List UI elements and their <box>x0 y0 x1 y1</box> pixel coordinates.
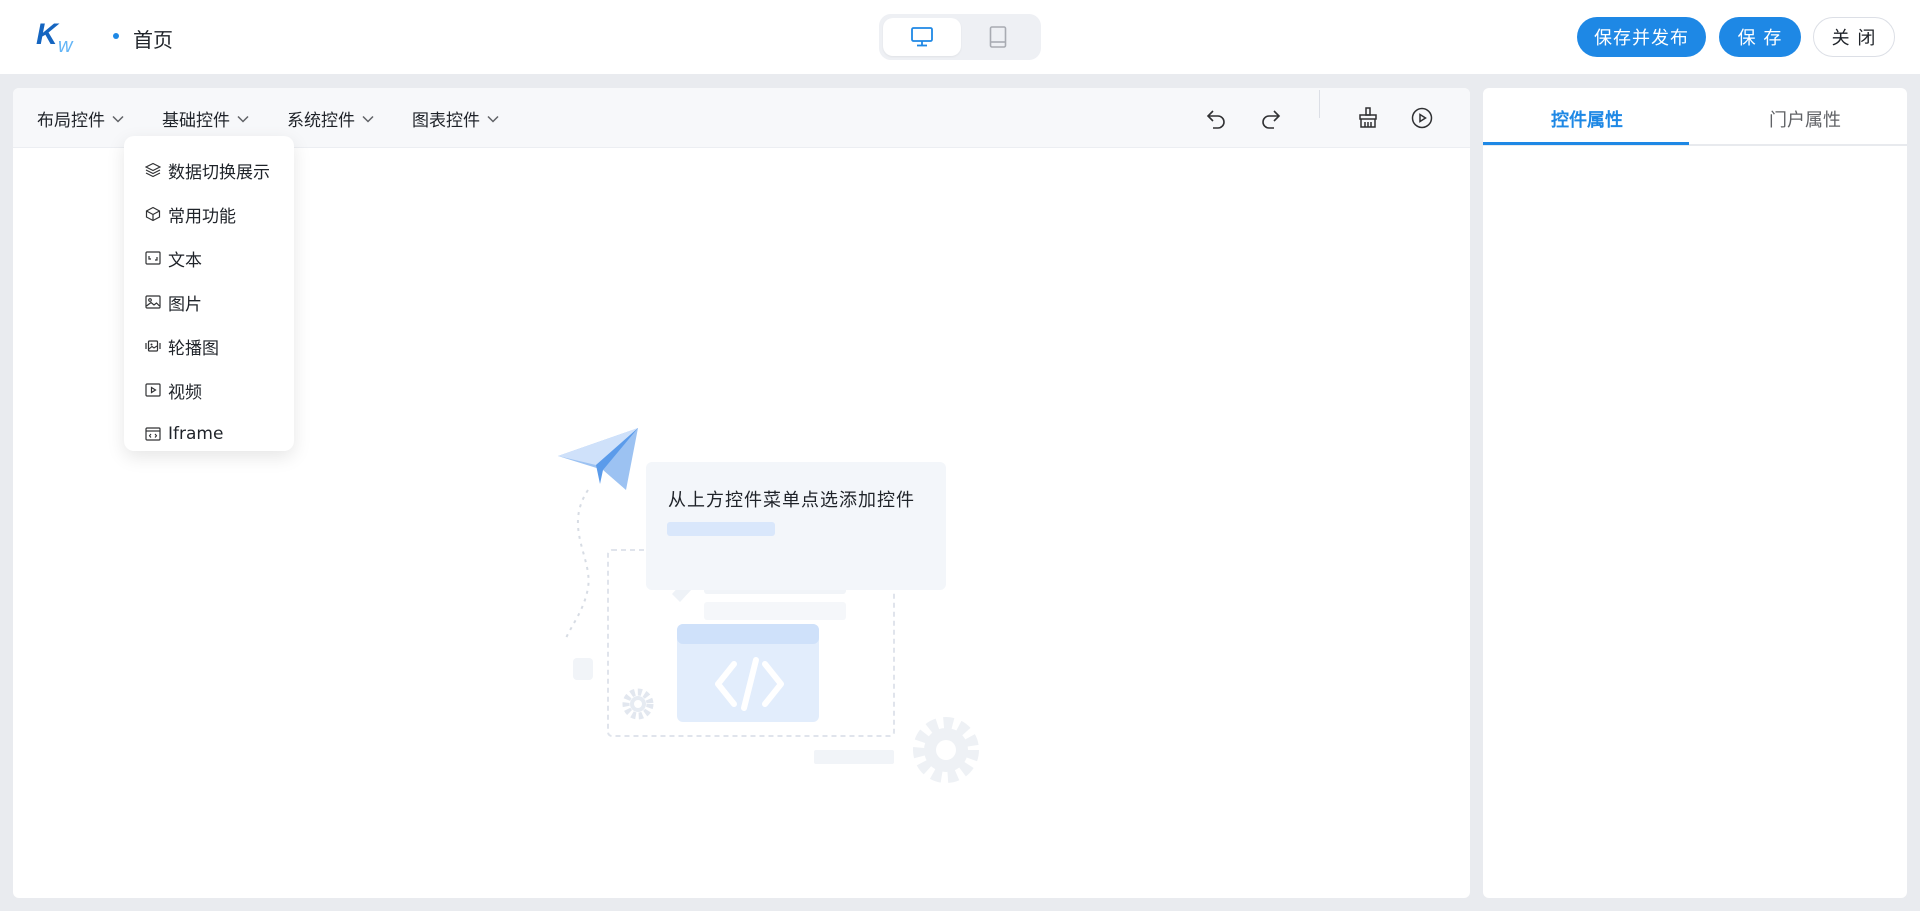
desktop-icon <box>911 27 933 47</box>
page-dot <box>113 33 119 39</box>
empty-state-message: 从上方控件菜单点选添加控件 <box>668 490 915 511</box>
chevron-down-icon <box>487 115 499 123</box>
chevron-down-icon <box>237 115 249 123</box>
active-tab-indicator <box>1483 142 1689 145</box>
dropdown-item-text[interactable]: 文本 <box>124 236 294 280</box>
menu-label: 系统控件 <box>287 111 355 131</box>
menu-basic-controls[interactable]: 基础控件 <box>162 106 250 131</box>
layers-icon <box>144 161 162 179</box>
dropdown-item-video[interactable]: 视频 <box>124 368 294 412</box>
menu-system-controls[interactable]: 系统控件 <box>287 106 375 131</box>
device-switch <box>879 14 1041 60</box>
save-button[interactable]: 保 存 <box>1719 17 1801 57</box>
redo-icon[interactable] <box>1255 102 1287 134</box>
dropdown-item-iframe[interactable]: Iframe <box>124 412 294 456</box>
close-button[interactable]: 关 闭 <box>1813 17 1895 57</box>
menu-label: 布局控件 <box>37 111 105 131</box>
dropdown-item-label: 视频 <box>168 382 202 403</box>
properties-tabs: 控件属性 门户属性 <box>1483 88 1907 146</box>
dropdown-item-common-functions[interactable]: 常用功能 <box>124 192 294 236</box>
preview-play-icon[interactable] <box>1406 102 1438 134</box>
dropdown-item-label: Iframe <box>168 424 224 444</box>
toolbar-divider <box>1319 90 1320 118</box>
iframe-icon <box>144 425 162 443</box>
image-icon <box>144 293 162 311</box>
video-icon <box>144 381 162 399</box>
chevron-down-icon <box>112 115 124 123</box>
desktop-view-button[interactable] <box>883 18 961 56</box>
save-and-publish-button[interactable]: 保存并发布 <box>1577 17 1706 57</box>
empty-state: 从上方控件菜单点选添加控件 <box>558 428 998 788</box>
menu-label: 图表控件 <box>412 111 480 131</box>
tab-control-properties[interactable]: 控件属性 <box>1551 106 1623 132</box>
tablet-view-button[interactable] <box>959 18 1037 56</box>
logo: K w <box>36 18 74 54</box>
dropdown-item-image[interactable]: 图片 <box>124 280 294 324</box>
tablet-icon <box>989 26 1007 48</box>
svg-text:w: w <box>58 35 74 54</box>
dropdown-item-label: 数据切换展示 <box>168 162 270 183</box>
tab-portal-properties[interactable]: 门户属性 <box>1769 106 1841 132</box>
menu-label: 基础控件 <box>162 111 230 131</box>
dropdown-item-label: 常用功能 <box>168 206 236 227</box>
menu-layout-controls[interactable]: 布局控件 <box>37 106 125 131</box>
dropdown-item-label: 图片 <box>168 294 202 315</box>
chevron-down-icon <box>362 115 374 123</box>
menu-chart-controls[interactable]: 图表控件 <box>412 106 500 131</box>
dropdown-item-carousel[interactable]: 轮播图 <box>124 324 294 368</box>
cube-icon <box>144 205 162 223</box>
dropdown-item-label: 文本 <box>168 250 202 271</box>
carousel-icon <box>144 337 162 355</box>
text-box-icon <box>144 249 162 267</box>
dropdown-item-label: 轮播图 <box>168 338 219 359</box>
page-title: 首页 <box>133 28 173 52</box>
undo-icon[interactable] <box>1200 102 1232 134</box>
empty-bar <box>667 522 775 536</box>
svg-text:K: K <box>36 18 60 51</box>
properties-panel: 控件属性 门户属性 <box>1483 88 1907 898</box>
clear-brush-icon[interactable] <box>1352 102 1384 134</box>
dropdown-item-data-switch[interactable]: 数据切换展示 <box>124 148 294 192</box>
top-header: K w 首页 保存并发布 保 存 关 闭 <box>0 0 1920 74</box>
basic-controls-dropdown: 数据切换展示 常用功能 文本 图片 轮播图 视频 Iframe <box>124 136 294 451</box>
